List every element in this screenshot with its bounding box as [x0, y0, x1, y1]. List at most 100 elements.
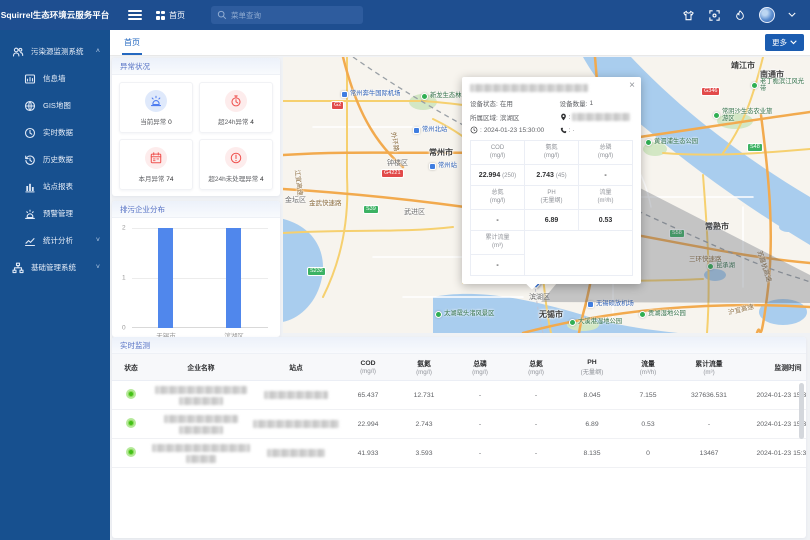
map-city-label: 常州市	[429, 147, 453, 158]
table-row[interactable]: 22.9942.743- -6.890.53 -2024-01-23 15:30…	[112, 410, 806, 439]
map-city-label: 无锡市	[539, 309, 563, 320]
abnormal-cards: 当前异常 0 超24h异常 4 本月异常 74	[112, 75, 280, 196]
column-header: 流量(m³/h)	[620, 354, 676, 381]
menu-search[interactable]	[211, 6, 363, 24]
chevron-icon: ˅	[96, 237, 100, 244]
map-poi-park: 贡湖湿地公园	[639, 311, 686, 318]
abnormal-panel-title: 异常状况	[112, 58, 280, 75]
report-chart-icon	[24, 181, 36, 193]
metric-header: 氨氮(mg/l)	[525, 141, 579, 165]
calendar-icon	[145, 147, 167, 169]
map-poi-park: 常阴沙生态农业旅游区	[713, 109, 774, 123]
sidebar-item-label: 污染源监测系统	[31, 46, 84, 57]
abnormal-card[interactable]: 超24h未处理异常 4	[199, 139, 273, 190]
road-number-badge: G346	[701, 87, 720, 96]
sidebar-item[interactable]: 预警管理	[0, 200, 110, 227]
road-number-badge: S48	[747, 143, 763, 152]
sidebar-item-label: 实时数据	[43, 127, 73, 138]
gis-map-icon	[24, 100, 36, 112]
sidebar-item-label: 历史数据	[43, 154, 73, 165]
x-category-label: 无锡市	[156, 330, 176, 337]
sidebar-item[interactable]: GIS地图	[0, 92, 110, 119]
map-poi-park: 老丁栀滨江风光带	[751, 79, 810, 93]
chevron-down-icon[interactable]	[788, 12, 796, 18]
column-header: 站点	[252, 354, 340, 381]
map-city-label: 靖江市	[731, 60, 755, 71]
column-header: 总氮(mg/l)	[508, 354, 564, 381]
x-category-label: 滨湖区	[224, 330, 244, 337]
sidebar-item[interactable]: 基础管理系统 ˅	[0, 254, 110, 281]
map-district-label: 钟楼区	[387, 158, 408, 168]
left-column: 异常状况 当前异常 0 超24h异常 4	[112, 58, 280, 337]
column-header: 状态	[112, 354, 150, 381]
chart-title: 排污企业分布	[112, 201, 280, 218]
grid-icon	[156, 11, 165, 20]
park-poi-icon	[713, 112, 720, 119]
abnormal-card[interactable]: 本月异常 74	[119, 139, 193, 190]
company-name-blurred	[155, 386, 247, 394]
tab-bar: 首页 更多	[110, 30, 810, 56]
table-scrollbar[interactable]	[799, 383, 804, 439]
transport-poi-icon	[341, 91, 348, 98]
metric-value: 0.53	[579, 210, 633, 231]
column-header: 监测时间	[742, 354, 806, 381]
history-icon	[24, 154, 36, 166]
column-header: COD(mg/l)	[340, 354, 396, 381]
app-logo: Squirrel生态环境云服务平台	[0, 9, 110, 21]
park-poi-icon	[751, 82, 758, 89]
table-row[interactable]: 41.9333.593- -8.1350 134672024-01-23 15:…	[112, 439, 806, 468]
realtime-clock-icon	[24, 127, 36, 139]
realtime-panel: 实时监测 状态企业名称站点COD(mg/l)氨氮(mg/l)总磷(mg/l)总氮…	[112, 337, 806, 538]
more-button[interactable]: 更多	[765, 34, 804, 51]
sidebar-item[interactable]: 实时数据	[0, 119, 110, 146]
chevron-down-icon	[790, 40, 797, 45]
hamburger-menu-icon[interactable]	[128, 10, 142, 20]
sidebar-item[interactable]: 历史数据	[0, 146, 110, 173]
map-poi-transport: 常州奔牛国际机场	[341, 91, 400, 98]
metric-header: 流量(m³/h)	[579, 186, 633, 210]
y-tick: 2	[122, 225, 126, 232]
map-poi-park: 太湖鼋头渚风景区	[435, 311, 494, 318]
metric-header: 累计流量(m³)	[471, 231, 525, 255]
sidebar-item[interactable]: 信息墙	[0, 65, 110, 92]
sidebar-item[interactable]: 站点报表	[0, 173, 110, 200]
user-avatar[interactable]	[759, 7, 775, 23]
abnormal-card[interactable]: 超24h异常 4	[199, 82, 273, 133]
tab-home[interactable]: 首页	[122, 31, 142, 55]
users-icon	[12, 46, 24, 58]
topbar: Squirrel生态环境云服务平台 首页	[0, 0, 810, 30]
map-district-label: 金坛区	[285, 195, 306, 205]
metric-header: 总磷(mg/l)	[579, 141, 633, 165]
metric-header: PH(无量纲)	[525, 186, 579, 210]
shirt-icon[interactable]	[682, 9, 695, 22]
bar-2: 滨湖区	[207, 228, 261, 328]
close-icon[interactable]: ×	[629, 80, 635, 91]
search-icon	[217, 10, 227, 20]
table-row[interactable]: 65.43712.731- -8.0457.155 327636.5312024…	[112, 381, 806, 410]
app-root: Squirrel生态环境云服务平台 首页	[0, 0, 810, 540]
sidebar-item[interactable]: 统计分析 ˅	[0, 227, 110, 254]
gis-map[interactable]: 靖江市南通市常州市无锡市常熟市钟楼区武进区金坛区滨湖区金武快速路三环快速路江宜高…	[283, 57, 810, 333]
status-dot-green	[126, 389, 136, 399]
nav-home[interactable]: 首页	[156, 10, 185, 21]
road-number-badge: G4221	[381, 169, 404, 178]
flame-icon[interactable]	[734, 9, 746, 22]
popup-metrics: COD(mg/l)氨氮(mg/l)总磷(mg/l)22.994 (250)2.7…	[470, 140, 633, 276]
org-icon	[12, 262, 24, 274]
location-pin-icon	[560, 113, 567, 121]
map-poi-park: 大溪港湿地公园	[569, 319, 622, 326]
bar-chart-bars: 无锡市滨湖区	[132, 228, 268, 328]
monitor-table: 状态企业名称站点COD(mg/l)氨氮(mg/l)总磷(mg/l)总氮(mg/l…	[112, 354, 806, 468]
topbar-actions	[682, 7, 810, 23]
fullscreen-icon[interactable]	[708, 9, 721, 22]
bar-chart: 无锡市滨湖区 012	[132, 228, 268, 328]
search-input[interactable]	[231, 11, 341, 20]
map-road-label: 金武快速路	[309, 197, 342, 207]
sidebar-item[interactable]: 污染源监测系统 ˄	[0, 38, 110, 65]
bar-1: 无锡市	[139, 228, 193, 328]
abnormal-card[interactable]: 当前异常 0	[119, 82, 193, 133]
transport-poi-icon	[413, 127, 420, 134]
metric-value: 2.743 (45)	[525, 165, 579, 186]
sidebar: 污染源监测系统 ˄ 信息墙 GIS地图 实时数据	[0, 30, 110, 540]
popup-fields: 设备状态:在用 设备数量:1 所属区域:滨湖区 : :2024-01-23 15…	[470, 98, 633, 134]
